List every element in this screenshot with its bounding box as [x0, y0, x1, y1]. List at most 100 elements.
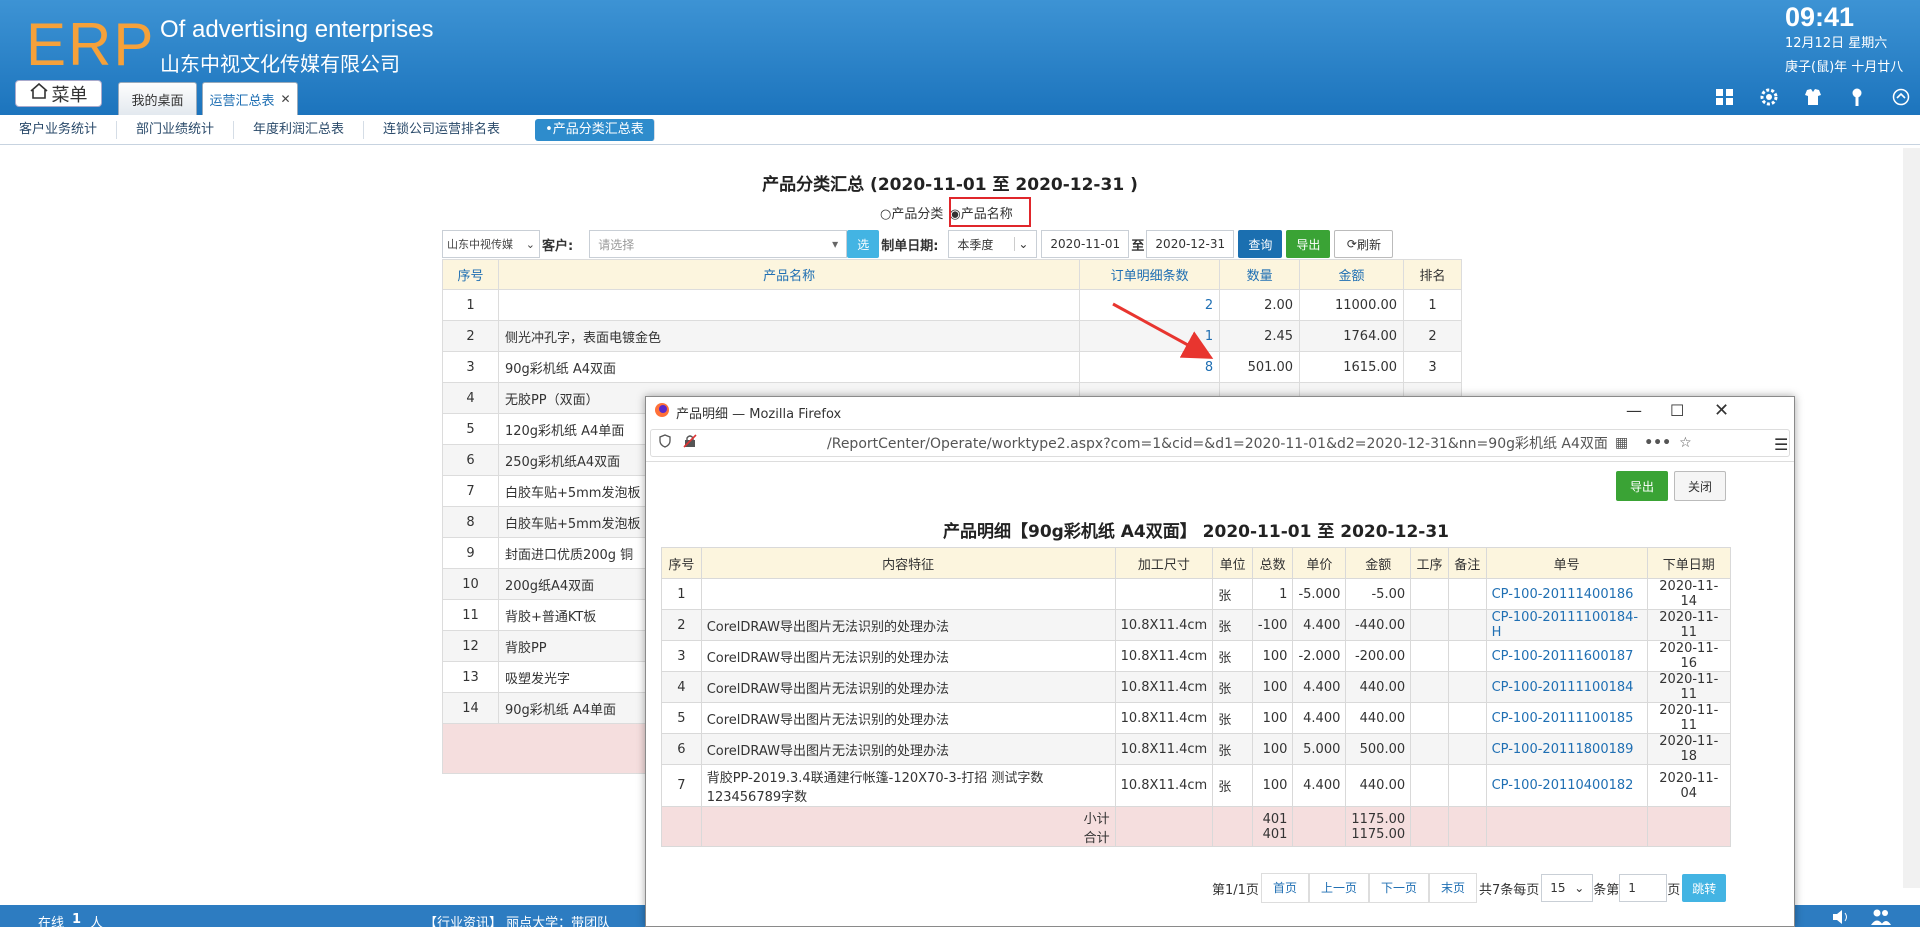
- more-icon[interactable]: •••: [1644, 435, 1671, 451]
- cell: [1447, 764, 1487, 807]
- order-number-link[interactable]: CP-100-20111600187: [1485, 640, 1648, 672]
- prev-page-button[interactable]: 上一页: [1308, 873, 1369, 903]
- cell: 1: [1251, 578, 1294, 610]
- cell: 10.8X11.4cm: [1114, 733, 1214, 765]
- cell: 10.8X11.4cm: [1114, 640, 1214, 672]
- cell: [1410, 733, 1449, 765]
- bookmark-star-icon[interactable]: ☆: [1679, 435, 1692, 451]
- cell: 500.00: [1345, 733, 1412, 765]
- total-amount-value: 1175.00: [1351, 826, 1406, 842]
- cell: [1212, 806, 1253, 847]
- cell: 10.8X11.4cm: [1114, 702, 1214, 734]
- minimize-icon[interactable]: —: [1626, 401, 1642, 420]
- maximize-icon[interactable]: ☐: [1670, 401, 1684, 420]
- order-number-link[interactable]: CP-100-20111100184: [1485, 671, 1648, 703]
- cell: 4.400: [1292, 609, 1347, 641]
- col-header: 加工尺寸: [1114, 547, 1214, 579]
- subtotal-label: 小计: [1083, 811, 1110, 827]
- close-window-icon[interactable]: ✕: [1714, 400, 1729, 421]
- cell: 5.000: [1292, 733, 1347, 765]
- page-size-select[interactable]: 15 ⌄: [1541, 874, 1594, 902]
- order-number-link[interactable]: CP-100-20111100185: [1485, 702, 1648, 734]
- cell: [1410, 806, 1449, 847]
- cell: -5.00: [1345, 578, 1412, 610]
- subtotal-amount: 1175.00: [1351, 811, 1406, 827]
- popup-window-title: 产品明细 — Mozilla Firefox: [676, 406, 842, 422]
- cell: 2: [661, 609, 702, 641]
- cell: [1410, 640, 1449, 672]
- cell: -5.000: [1292, 578, 1347, 610]
- total-label: 合计: [1083, 830, 1110, 846]
- detail-row: 1 张 1 -5.000 -5.00 CP-100-20111400186 2020-11-…: [661, 578, 1732, 610]
- detail-header-row: 序号 内容特征 加工尺寸 单位 总数 单价 金额 工序 备注 单号 下单日期: [661, 547, 1732, 579]
- cell: 2020-11-11: [1646, 671, 1732, 703]
- next-page-button[interactable]: 下一页: [1368, 873, 1429, 903]
- cell: -2.000: [1292, 640, 1347, 672]
- popup-title: 产品明细【90g彩机纸 A4双面】 2020-11-01 至 2020-12-3…: [943, 522, 1449, 542]
- cell: [1485, 806, 1648, 847]
- cell: 100: [1251, 702, 1294, 734]
- detail-row: 7 背胶PP-2019.3.4联通建行帐篷-120X70-3-打招 测试字数 12…: [661, 764, 1732, 807]
- cell: [1447, 806, 1487, 847]
- order-number-link[interactable]: CP-100-20111400186: [1485, 578, 1648, 610]
- total-row: 小计合计 401 401 1175.00 1175.00: [661, 806, 1732, 847]
- url-bar[interactable]: /ReportCenter/Operate/worktype2.aspx?com…: [650, 429, 1790, 457]
- record-summary: 共7条每页: [1479, 882, 1540, 898]
- cell: 张: [1212, 640, 1253, 672]
- col-header: 单价: [1292, 547, 1347, 579]
- cell: 2020-11-11: [1646, 702, 1732, 734]
- cell: 2020-11-14: [1646, 578, 1732, 610]
- cell: 张: [1212, 764, 1253, 807]
- page-number-input[interactable]: 1: [1619, 874, 1668, 902]
- content-line: 背胶PP-2019.3.4联通建行帐篷-120X70-3-打招 测试字数: [706, 770, 1044, 786]
- col-header: 序号: [661, 547, 702, 579]
- hamburger-menu-icon[interactable]: ☰: [1774, 435, 1788, 454]
- detail-row: 6 CorelDRAW导出图片无法识别的处理办法 10.8X11.4cm 张 100 5.…: [661, 733, 1732, 765]
- cell: [1292, 806, 1347, 847]
- cell: 440.00: [1345, 702, 1412, 734]
- col-header: 下单日期: [1646, 547, 1732, 579]
- cell: 3: [661, 640, 702, 672]
- cell: -440.00: [1345, 609, 1412, 641]
- order-number-link[interactable]: CP-100-20111800189: [1485, 733, 1648, 765]
- order-number-link[interactable]: CP-100-20110400182: [1485, 764, 1648, 807]
- cell: [1447, 640, 1487, 672]
- product-detail-table: 序号 内容特征 加工尺寸 单位 总数 单价 金额 工序 备注 单号 下单日期 1…: [661, 547, 1732, 847]
- popup-divider: [646, 461, 1794, 462]
- popup-close-button[interactable]: 关闭: [1674, 471, 1726, 501]
- order-number-link[interactable]: CP-100-20111100184-H: [1485, 609, 1648, 641]
- cell: [1410, 609, 1449, 641]
- cell: [1410, 764, 1449, 807]
- cell: 张: [1212, 702, 1253, 734]
- url-text[interactable]: /ReportCenter/Operate/worktype2.aspx?com…: [827, 433, 1607, 453]
- cell: CorelDRAW导出图片无法识别的处理办法: [700, 702, 1116, 734]
- cell: 4: [661, 671, 702, 703]
- cell: 440.00: [1345, 764, 1412, 807]
- cell: CorelDRAW导出图片无法识别的处理办法: [700, 671, 1116, 703]
- popup-export-button[interactable]: 导出: [1616, 471, 1668, 501]
- insecure-icon[interactable]: [683, 434, 697, 452]
- cell: 5: [661, 702, 702, 734]
- cell: [661, 806, 702, 847]
- content-line: 123456789字数: [706, 789, 808, 805]
- cell: 张: [1212, 671, 1253, 703]
- cell: [1447, 702, 1487, 734]
- cell: 6: [661, 733, 702, 765]
- pagination: 第1/1页 首页 上一页 下一页 末页 共7条每页 15 ⌄ 条第 1 页 跳转: [1212, 873, 1727, 903]
- qr-icon[interactable]: ▦: [1615, 435, 1628, 451]
- cell: 440.00: [1345, 671, 1412, 703]
- total-qty: 401 401: [1251, 806, 1294, 847]
- cell: -200.00: [1345, 640, 1412, 672]
- cell: CorelDRAW导出图片无法识别的处理办法: [700, 733, 1116, 765]
- last-page-button[interactable]: 末页: [1428, 873, 1477, 903]
- jump-button[interactable]: 跳转: [1682, 874, 1727, 902]
- shield-icon[interactable]: [659, 434, 671, 452]
- col-header: 总数: [1251, 547, 1294, 579]
- per-label: 条第: [1593, 882, 1620, 898]
- total-labels: 小计 合计: [700, 806, 1116, 847]
- page-info: 第1/1页: [1212, 882, 1259, 898]
- first-page-button[interactable]: 首页: [1260, 873, 1309, 903]
- subtotal-qty: 401: [1262, 811, 1288, 827]
- cell: [1447, 609, 1487, 641]
- cell: [1447, 671, 1487, 703]
